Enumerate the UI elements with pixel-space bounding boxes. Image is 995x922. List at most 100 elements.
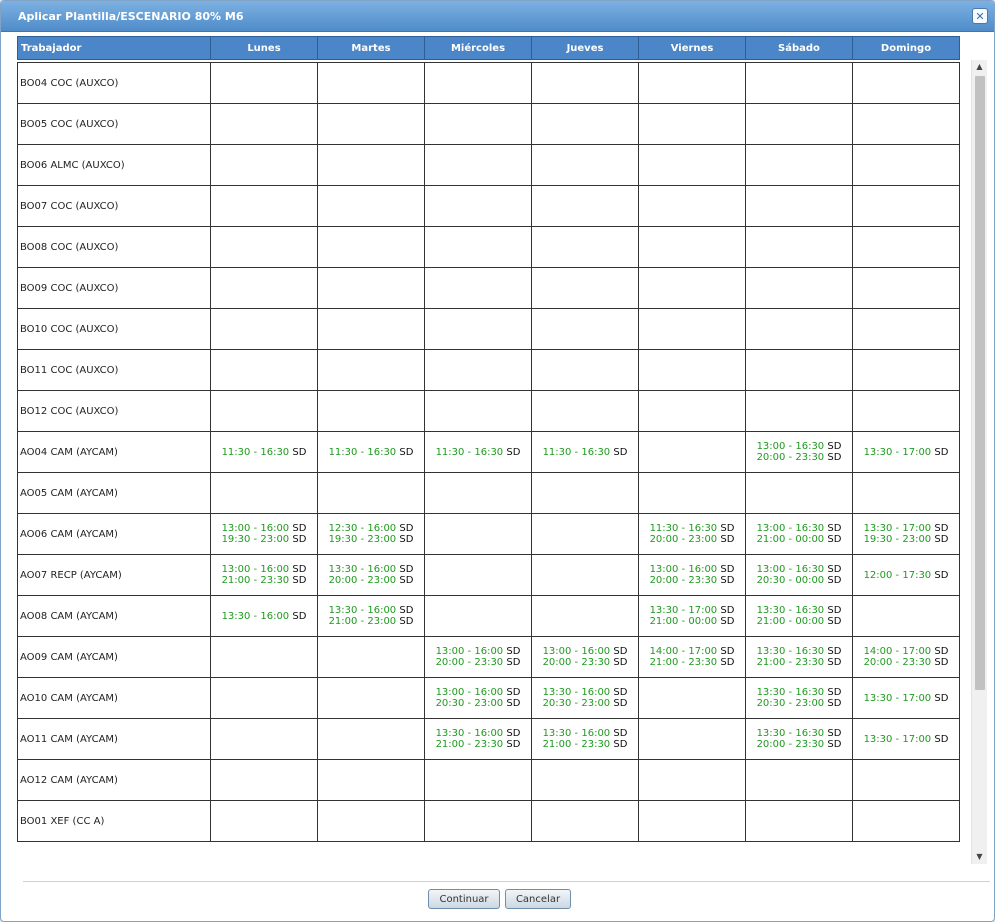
day-shift-cell[interactable] bbox=[745, 800, 853, 842]
column-header-viernes[interactable]: Viernes bbox=[638, 36, 746, 60]
day-shift-cell[interactable]: 11:30 - 16:30 SD bbox=[317, 431, 425, 473]
day-shift-cell[interactable]: 11:30 - 16:30 SD bbox=[424, 431, 532, 473]
day-shift-cell[interactable] bbox=[852, 103, 960, 145]
day-shift-cell[interactable] bbox=[638, 759, 746, 801]
day-shift-cell[interactable] bbox=[210, 390, 318, 432]
day-shift-cell[interactable] bbox=[317, 472, 425, 514]
table-row[interactable]: AO11 CAM (AYCAM) 13:30 - 16:00 SD 21:00 - … bbox=[17, 718, 960, 760]
day-shift-cell[interactable] bbox=[852, 308, 960, 350]
day-shift-cell[interactable] bbox=[317, 144, 425, 186]
column-header-lunes[interactable]: Lunes bbox=[210, 36, 318, 60]
day-shift-cell[interactable] bbox=[852, 595, 960, 637]
day-shift-cell[interactable] bbox=[852, 472, 960, 514]
day-shift-cell[interactable] bbox=[531, 759, 639, 801]
day-shift-cell[interactable]: 13:30 - 16:00 SD 21:00 - 23:00 SD bbox=[317, 595, 425, 637]
day-shift-cell[interactable] bbox=[745, 349, 853, 391]
day-shift-cell[interactable] bbox=[852, 390, 960, 432]
day-shift-cell[interactable] bbox=[317, 390, 425, 432]
day-shift-cell[interactable]: 13:30 - 16:00 SD 20:30 - 23:00 SD bbox=[531, 677, 639, 719]
table-row[interactable]: BO11 COC (AUXCO) bbox=[17, 349, 960, 391]
day-shift-cell[interactable]: 13:00 - 16:00 SD 20:00 - 23:30 SD bbox=[424, 636, 532, 678]
day-shift-cell[interactable] bbox=[317, 800, 425, 842]
day-shift-cell[interactable] bbox=[745, 308, 853, 350]
day-shift-cell[interactable] bbox=[424, 759, 532, 801]
day-shift-cell[interactable]: 13:30 - 16:00 SD 21:00 - 23:30 SD bbox=[424, 718, 532, 760]
continue-button[interactable]: Continuar bbox=[428, 889, 500, 909]
day-shift-cell[interactable]: 11:30 - 16:30 SD 20:00 - 23:00 SD bbox=[638, 513, 746, 555]
day-shift-cell[interactable] bbox=[745, 226, 853, 268]
column-header-jueves[interactable]: Jueves bbox=[531, 36, 639, 60]
day-shift-cell[interactable] bbox=[531, 472, 639, 514]
table-row[interactable]: AO09 CAM (AYCAM) 13:00 - 16:00 SD 20:00 - … bbox=[17, 636, 960, 678]
day-shift-cell[interactable] bbox=[210, 185, 318, 227]
day-shift-cell[interactable]: 13:00 - 16:00 SD 19:30 - 23:00 SD bbox=[210, 513, 318, 555]
day-shift-cell[interactable] bbox=[317, 759, 425, 801]
table-row[interactable]: AO06 CAM (AYCAM) 13:00 - 16:00 SD 19:30 - … bbox=[17, 513, 960, 555]
day-shift-cell[interactable] bbox=[638, 308, 746, 350]
table-row[interactable]: BO05 COC (AUXCO) bbox=[17, 103, 960, 145]
day-shift-cell[interactable] bbox=[424, 390, 532, 432]
day-shift-cell[interactable]: 12:30 - 16:00 SD 19:30 - 23:00 SD bbox=[317, 513, 425, 555]
day-shift-cell[interactable]: 13:30 - 16:00 SD 21:00 - 23:30 SD bbox=[531, 718, 639, 760]
day-shift-cell[interactable] bbox=[210, 226, 318, 268]
day-shift-cell[interactable] bbox=[638, 349, 746, 391]
day-shift-cell[interactable] bbox=[531, 185, 639, 227]
table-row[interactable]: BO01 XEF (CC A) bbox=[17, 800, 960, 842]
day-shift-cell[interactable] bbox=[531, 595, 639, 637]
day-shift-cell[interactable] bbox=[210, 677, 318, 719]
day-shift-cell[interactable]: 13:00 - 16:00 SD 20:00 - 23:30 SD bbox=[638, 554, 746, 596]
day-shift-cell[interactable] bbox=[638, 185, 746, 227]
scroll-up-icon[interactable]: ▲ bbox=[972, 60, 987, 74]
table-row[interactable]: BO07 COC (AUXCO) bbox=[17, 185, 960, 227]
day-shift-cell[interactable]: 11:30 - 16:30 SD bbox=[210, 431, 318, 473]
day-shift-cell[interactable] bbox=[210, 472, 318, 514]
scroll-thumb[interactable] bbox=[975, 76, 985, 690]
day-shift-cell[interactable] bbox=[745, 103, 853, 145]
table-row[interactable]: BO08 COC (AUXCO) bbox=[17, 226, 960, 268]
day-shift-cell[interactable] bbox=[210, 800, 318, 842]
day-shift-cell[interactable] bbox=[852, 800, 960, 842]
day-shift-cell[interactable] bbox=[424, 800, 532, 842]
table-row[interactable]: BO04 COC (AUXCO) bbox=[17, 62, 960, 104]
day-shift-cell[interactable] bbox=[531, 513, 639, 555]
day-shift-cell[interactable]: 14:00 - 17:00 SD 21:00 - 23:30 SD bbox=[638, 636, 746, 678]
day-shift-cell[interactable] bbox=[638, 267, 746, 309]
table-row[interactable]: AO05 CAM (AYCAM) bbox=[17, 472, 960, 514]
table-row[interactable]: AO07 RECP (AYCAM) 13:00 - 16:00 SD 21:00 -… bbox=[17, 554, 960, 596]
table-row[interactable]: AO12 CAM (AYCAM) bbox=[17, 759, 960, 801]
day-shift-cell[interactable]: 13:30 - 17:00 SD 21:00 - 00:00 SD bbox=[638, 595, 746, 637]
column-header-martes[interactable]: Martes bbox=[317, 36, 425, 60]
day-shift-cell[interactable]: 13:30 - 17:00 SD bbox=[852, 677, 960, 719]
day-shift-cell[interactable] bbox=[424, 62, 532, 104]
day-shift-cell[interactable]: 13:00 - 16:30 SD 20:00 - 23:30 SD bbox=[745, 431, 853, 473]
day-shift-cell[interactable] bbox=[531, 308, 639, 350]
day-shift-cell[interactable]: 13:00 - 16:00 SD 21:00 - 23:30 SD bbox=[210, 554, 318, 596]
day-shift-cell[interactable]: 12:00 - 17:30 SD bbox=[852, 554, 960, 596]
column-header-domingo[interactable]: Domingo bbox=[852, 36, 960, 60]
day-shift-cell[interactable] bbox=[424, 349, 532, 391]
day-shift-cell[interactable]: 13:30 - 17:00 SD bbox=[852, 718, 960, 760]
day-shift-cell[interactable] bbox=[745, 390, 853, 432]
day-shift-cell[interactable] bbox=[852, 226, 960, 268]
day-shift-cell[interactable] bbox=[852, 185, 960, 227]
day-shift-cell[interactable] bbox=[852, 62, 960, 104]
day-shift-cell[interactable] bbox=[317, 267, 425, 309]
day-shift-cell[interactable] bbox=[638, 103, 746, 145]
dialog-titlebar[interactable]: Aplicar Plantilla/ESCENARIO 80% M6 ✕ bbox=[1, 1, 994, 32]
day-shift-cell[interactable] bbox=[531, 144, 639, 186]
day-shift-cell[interactable]: 14:00 - 17:00 SD 20:00 - 23:30 SD bbox=[852, 636, 960, 678]
day-shift-cell[interactable]: 13:30 - 16:30 SD 21:00 - 23:30 SD bbox=[745, 636, 853, 678]
day-shift-cell[interactable] bbox=[424, 226, 532, 268]
day-shift-cell[interactable] bbox=[210, 308, 318, 350]
day-shift-cell[interactable] bbox=[531, 554, 639, 596]
day-shift-cell[interactable] bbox=[638, 677, 746, 719]
table-row[interactable]: BO12 COC (AUXCO) bbox=[17, 390, 960, 432]
day-shift-cell[interactable] bbox=[638, 226, 746, 268]
table-row[interactable]: BO06 ALMC (AUXCO) bbox=[17, 144, 960, 186]
day-shift-cell[interactable]: 13:30 - 17:00 SD 19:30 - 23:00 SD bbox=[852, 513, 960, 555]
day-shift-cell[interactable]: 13:30 - 16:30 SD 20:30 - 23:00 SD bbox=[745, 677, 853, 719]
day-shift-cell[interactable] bbox=[745, 472, 853, 514]
day-shift-cell[interactable] bbox=[531, 226, 639, 268]
day-shift-cell[interactable] bbox=[424, 267, 532, 309]
day-shift-cell[interactable] bbox=[317, 308, 425, 350]
